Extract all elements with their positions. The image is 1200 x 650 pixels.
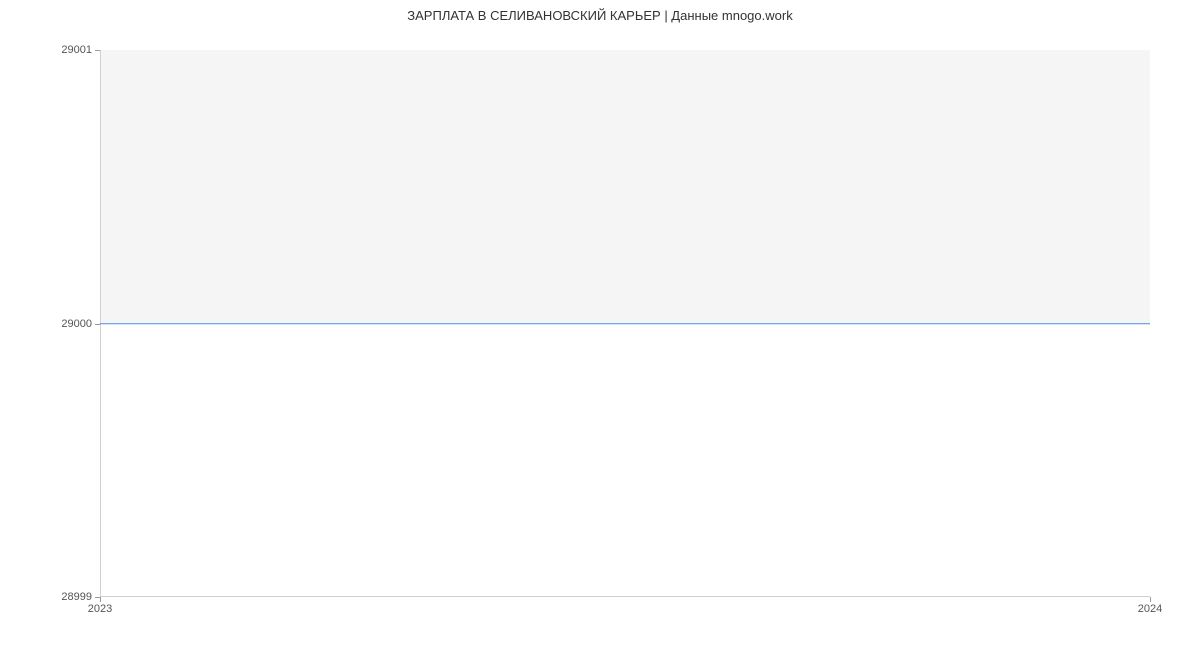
- x-tick-label: 2024: [1138, 603, 1162, 615]
- data-series-line: [100, 323, 1150, 324]
- y-tick-mark: [95, 324, 100, 325]
- y-tick-mark: [95, 50, 100, 51]
- y-tick-label: 28999: [61, 591, 92, 603]
- chart-plot-area: 29001 29000 28999 2023 2024: [100, 50, 1150, 597]
- chart-title: ЗАРПЛАТА В СЕЛИВАНОВСКИЙ КАРЬЕР | Данные…: [0, 0, 1200, 23]
- y-tick-label: 29000: [61, 318, 92, 330]
- x-tick-mark: [100, 597, 101, 602]
- x-tick-label: 2023: [88, 603, 112, 615]
- x-tick-mark: [1150, 597, 1151, 602]
- y-tick-label: 29001: [61, 44, 92, 56]
